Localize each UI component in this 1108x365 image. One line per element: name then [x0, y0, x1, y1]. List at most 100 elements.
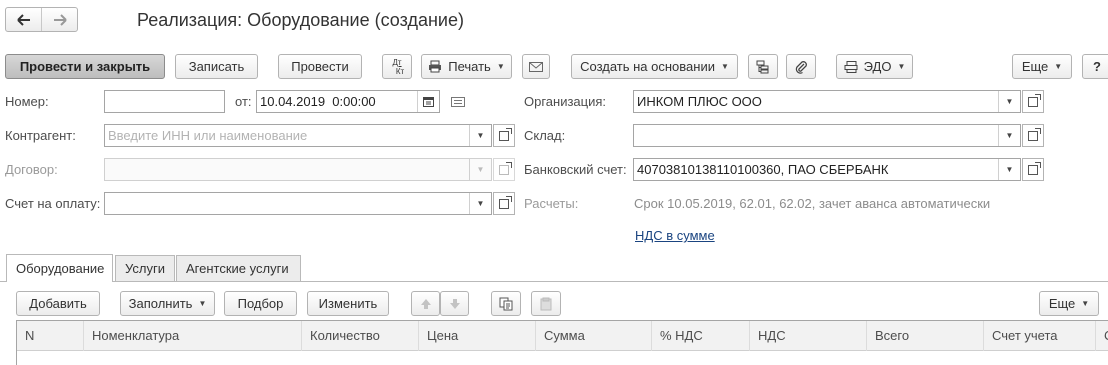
hierarchy-icon: [756, 60, 769, 73]
help-button[interactable]: ?: [1082, 54, 1108, 79]
selection-button[interactable]: Подбор: [224, 291, 297, 316]
organization-label: Организация:: [524, 94, 607, 109]
create-based-on-button[interactable]: Создать на основании ▼: [571, 54, 738, 79]
email-button[interactable]: [522, 54, 550, 79]
table-header: N Номенклатура Количество Цена Сумма % Н…: [17, 321, 1108, 351]
table-more-button[interactable]: Еще ▼: [1039, 291, 1099, 316]
column-header-n[interactable]: N: [17, 321, 84, 351]
print-button[interactable]: Печать ▼: [421, 54, 512, 79]
arrow-left-icon: [16, 13, 30, 26]
warehouse-open-button[interactable]: [1022, 124, 1044, 147]
edo-button[interactable]: ЭДО ▼: [836, 54, 913, 79]
number-field[interactable]: [104, 90, 225, 113]
calendar-button[interactable]: [417, 91, 439, 112]
organization-dropdown[interactable]: ▼: [998, 91, 1020, 112]
paste-rows-button: [531, 291, 561, 316]
table-more-label: Еще: [1048, 296, 1076, 311]
date-field[interactable]: 10.04.2019 0:00:00: [256, 90, 440, 113]
warehouse-label: Склад:: [524, 128, 566, 143]
open-icon: [1028, 161, 1041, 175]
bank-account-open-button[interactable]: [1022, 158, 1044, 181]
comment-icon[interactable]: [451, 97, 465, 107]
paperclip-icon: [795, 60, 807, 74]
open-icon: [1028, 127, 1041, 141]
invoice-label: Счет на оплату:: [5, 196, 101, 211]
move-down-button: [440, 291, 469, 316]
chevron-down-icon: ▼: [476, 199, 485, 208]
counterparty-dropdown[interactable]: ▼: [469, 125, 491, 146]
bank-account-value: 40703810138110100360, ПАО СБЕРБАНК: [637, 162, 889, 177]
column-header-quantity[interactable]: Количество: [302, 321, 419, 351]
copy-rows-button[interactable]: [491, 291, 521, 316]
chevron-down-icon: ▼: [1005, 131, 1014, 140]
add-button[interactable]: Добавить: [16, 291, 100, 316]
edo-label: ЭДО: [863, 59, 892, 74]
invoice-field[interactable]: ▼: [104, 192, 492, 215]
open-icon: [499, 195, 512, 209]
post-button[interactable]: Провести: [278, 54, 362, 79]
chevron-down-icon: ▼: [496, 62, 505, 71]
contract-label: Договор:: [5, 162, 58, 177]
counterparty-field[interactable]: Введите ИНН или наименование ▼: [104, 124, 492, 147]
arrow-right-icon: [53, 13, 67, 26]
window-title: Реализация: Оборудование (создание): [137, 10, 464, 30]
number-label: Номер:: [5, 94, 49, 109]
fill-button[interactable]: Заполнить ▼: [120, 291, 215, 316]
more-button[interactable]: Еще ▼: [1012, 54, 1072, 79]
column-header-sum[interactable]: Сумма: [536, 321, 652, 351]
change-button[interactable]: Изменить: [307, 291, 389, 316]
open-icon: [1028, 93, 1041, 107]
tabs-baseline: [0, 281, 1108, 282]
invoice-open-button[interactable]: [493, 192, 515, 215]
envelope-icon: [529, 61, 543, 72]
column-header-vat-percent[interactable]: % НДС: [652, 321, 750, 351]
back-button[interactable]: [6, 8, 42, 31]
dt-kt-button[interactable]: Дт Кт: [382, 54, 412, 79]
chevron-down-icon: ▼: [897, 62, 906, 71]
organization-open-button[interactable]: [1022, 90, 1044, 113]
bank-account-dropdown[interactable]: ▼: [998, 159, 1020, 180]
calendar-icon: [423, 97, 434, 107]
contract-dropdown: ▼: [469, 159, 491, 180]
attach-button[interactable]: [786, 54, 816, 79]
tab-equipment[interactable]: Оборудование: [6, 254, 113, 282]
organization-field[interactable]: ИНКОМ ПЛЮС ООО ▼: [633, 90, 1021, 113]
fill-label: Заполнить: [128, 296, 193, 311]
counterparty-placeholder: Введите ИНН или наименование: [108, 128, 308, 143]
tab-agent-services[interactable]: Агентские услуги: [176, 255, 301, 281]
warehouse-field[interactable]: ▼: [633, 124, 1021, 147]
warehouse-dropdown[interactable]: ▼: [998, 125, 1020, 146]
tab-services[interactable]: Услуги: [115, 255, 175, 281]
printer-icon: [429, 60, 442, 73]
column-header-vat[interactable]: НДС: [750, 321, 867, 351]
chevron-down-icon: ▼: [476, 131, 485, 140]
column-header-account[interactable]: Счет учета: [984, 321, 1096, 351]
open-icon: [499, 127, 512, 141]
more-label: Еще: [1021, 59, 1049, 74]
nav-group: [5, 7, 78, 32]
arrow-down-icon: [449, 298, 460, 309]
counterparty-label: Контрагент:: [5, 128, 76, 143]
items-table: N Номенклатура Количество Цена Сумма % Н…: [16, 320, 1108, 365]
column-header-total[interactable]: Всего: [867, 321, 984, 351]
structure-button[interactable]: [748, 54, 778, 79]
bank-account-field[interactable]: 40703810138110100360, ПАО СБЕРБАНК ▼: [633, 158, 1021, 181]
move-up-button: [411, 291, 440, 316]
column-header-c[interactable]: С: [1096, 321, 1108, 351]
settlements-link[interactable]: Срок 10.05.2019, 62.01, 62.02, зачет ава…: [634, 196, 990, 212]
organization-value: ИНКОМ ПЛЮС ООО: [637, 94, 762, 109]
invoice-dropdown[interactable]: ▼: [469, 193, 491, 214]
chevron-down-icon: ▼: [198, 299, 207, 308]
chevron-down-icon: ▼: [1054, 62, 1063, 71]
chevron-down-icon: ▼: [1005, 97, 1014, 106]
forward-button[interactable]: [42, 8, 77, 31]
save-button[interactable]: Записать: [175, 54, 258, 79]
column-header-price[interactable]: Цена: [419, 321, 536, 351]
chevron-down-icon: ▼: [720, 62, 729, 71]
vat-in-sum-link[interactable]: НДС в сумме: [635, 228, 715, 244]
post-and-close-button[interactable]: Провести и закрыть: [5, 54, 165, 79]
arrow-up-icon: [420, 298, 431, 309]
column-header-nomenclature[interactable]: Номенклатура: [84, 321, 302, 351]
copy-icon: [499, 297, 513, 310]
counterparty-open-button[interactable]: [493, 124, 515, 147]
